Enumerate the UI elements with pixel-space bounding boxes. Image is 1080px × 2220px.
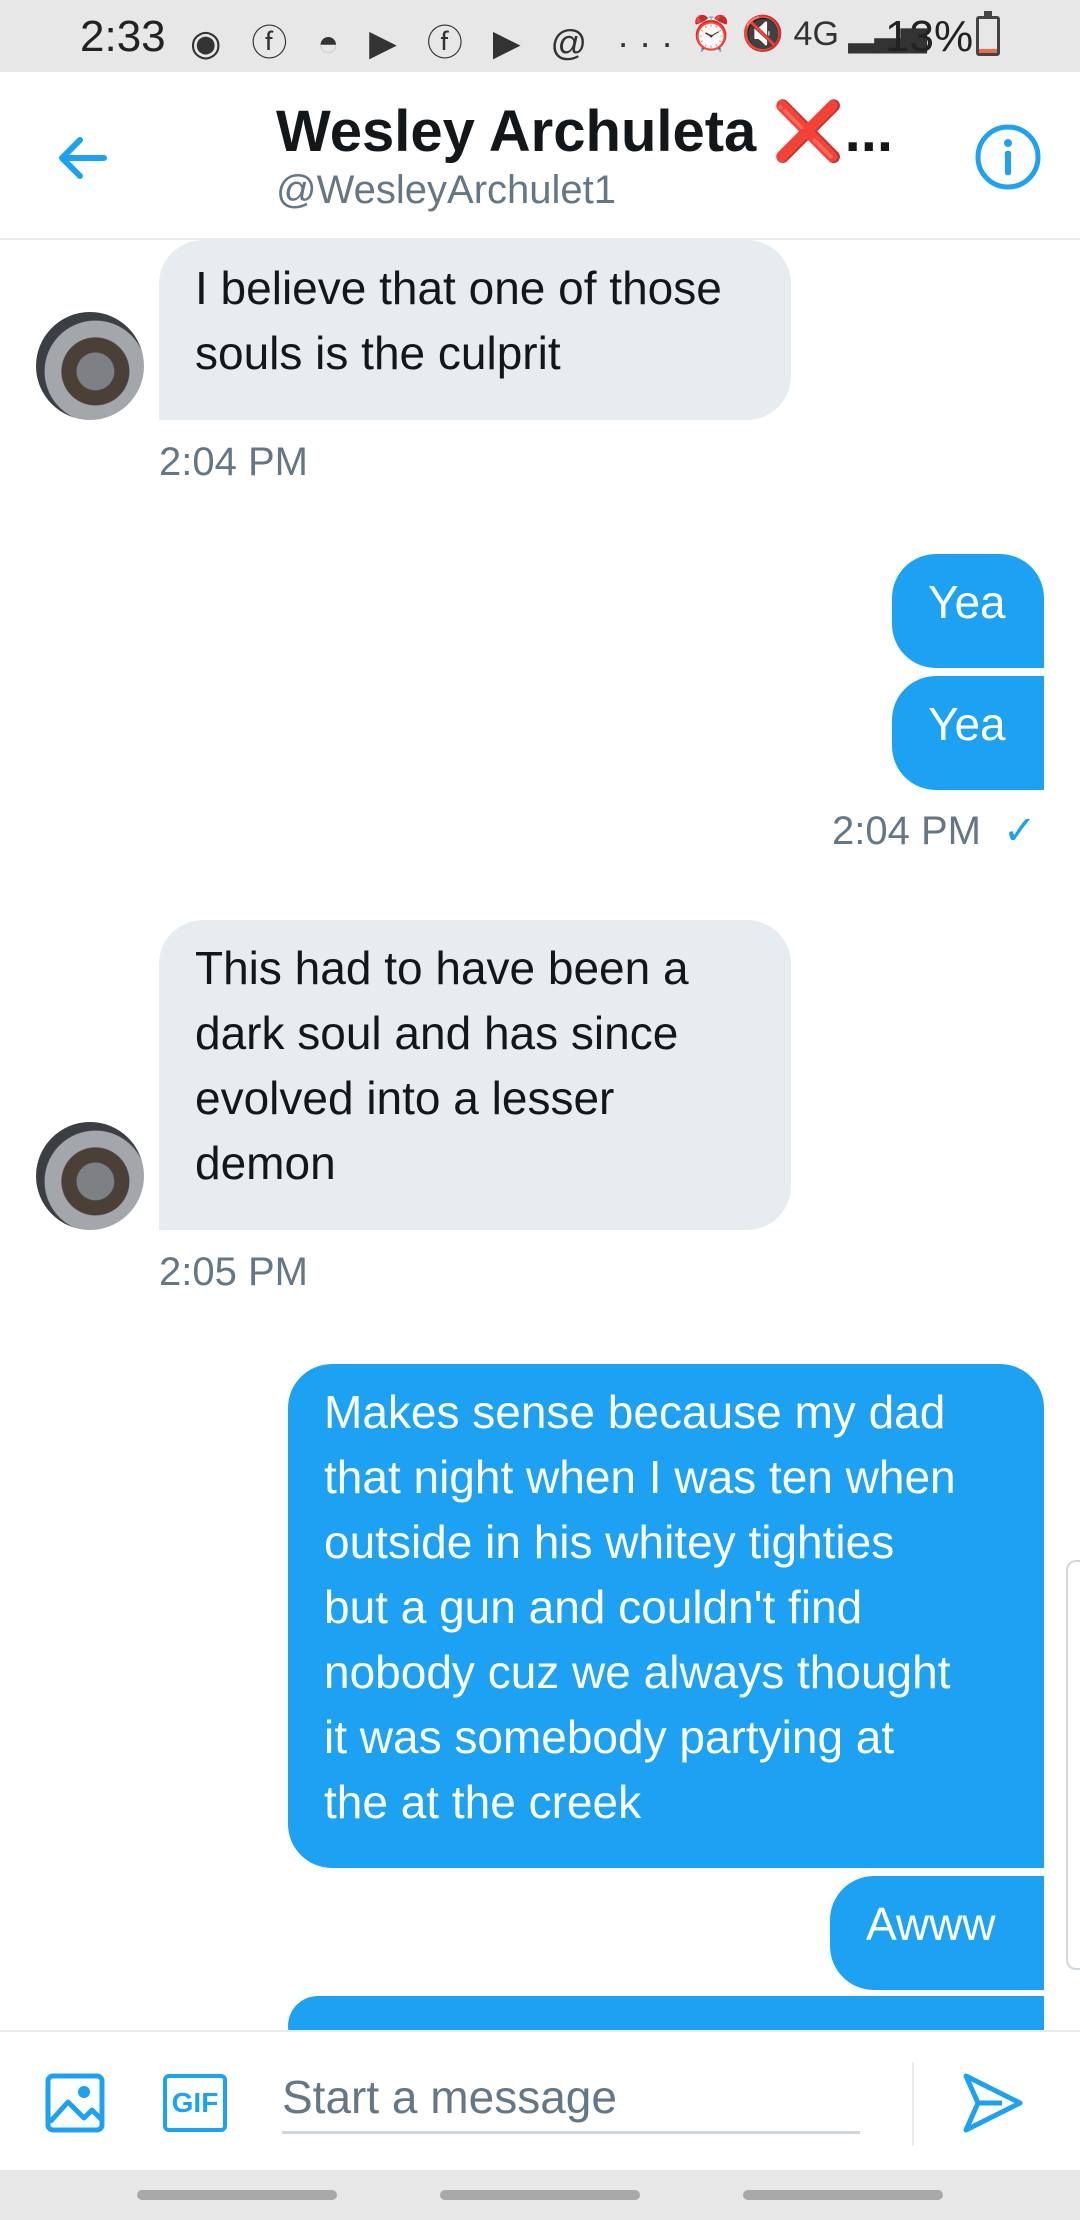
notification-icons: ◉ ⓕ ◓ ▶ ⓕ ▶ @ ··· — [190, 22, 684, 63]
contact-name[interactable]: Wesley Archuleta ❌... — [276, 98, 893, 166]
outgoing-message[interactable]: Makes sense because my dad that night wh… — [288, 1364, 1044, 1868]
gif-button[interactable]: GIF — [163, 2074, 227, 2132]
message-line: demon — [195, 1137, 336, 1189]
message-line: the at the creek — [324, 1776, 642, 1828]
message-text: Yea — [928, 576, 1006, 628]
timestamp-text: 2:04 PM — [832, 809, 981, 853]
read-check-icon: ✓ — [1002, 809, 1037, 853]
message-line: Makes sense because my dad — [324, 1386, 946, 1438]
divider — [912, 2062, 914, 2146]
message-line: dark soul and has since — [195, 1007, 679, 1059]
message-line: souls is the culprit — [195, 327, 561, 379]
message-line: that night when I was ten when — [324, 1451, 956, 1503]
arrow-left-icon — [59, 137, 107, 179]
battery-icon — [976, 11, 1000, 56]
message-line: evolved into a lesser — [195, 1072, 615, 1124]
message-timestamp: 2:04 PM ✓ — [832, 808, 1036, 854]
outgoing-message[interactable]: Awww — [830, 1876, 1044, 1990]
message-text: Yea — [928, 698, 1006, 750]
nav-home-handle[interactable] — [440, 2190, 640, 2200]
message-line: I believe that one of those — [195, 262, 722, 314]
message-line: This had to have been a — [195, 942, 689, 994]
message-line: outside in his whitey tighties — [324, 1516, 895, 1568]
status-bar: 2:33 ◉ ⓕ ◓ ▶ ⓕ ▶ @ ··· ⏰ 🔇 4G ▂▃▅ 13% — [0, 0, 1080, 72]
send-icon — [963, 2073, 1023, 2133]
avatar[interactable] — [36, 1122, 144, 1230]
outgoing-message[interactable]: Yea — [892, 554, 1044, 668]
message-input[interactable] — [282, 2062, 860, 2134]
message-timestamp: 2:05 PM — [159, 1250, 308, 1294]
battery-percent: 13% — [885, 12, 974, 61]
image-icon — [45, 2073, 105, 2133]
info-button[interactable] — [973, 122, 1043, 192]
incoming-message[interactable]: This had to have been a dark soul and ha… — [159, 920, 791, 1230]
incoming-message[interactable]: I believe that one of those souls is the… — [159, 240, 791, 420]
conversation-header: Wesley Archuleta ❌... @WesleyArchulet1 — [0, 72, 1080, 240]
message-timestamp: 2:04 PM — [159, 440, 308, 484]
back-button[interactable] — [48, 122, 120, 194]
scrollbar-handle[interactable] — [1066, 1560, 1080, 1970]
message-line: nobody cuz we always thought — [324, 1646, 951, 1698]
system-nav-bar — [0, 2170, 1080, 2220]
info-circle-icon — [975, 124, 1041, 190]
message-line: it was somebody partying at — [324, 1711, 895, 1763]
contact-handle[interactable]: @WesleyArchulet1 — [276, 168, 616, 213]
send-button[interactable] — [958, 2068, 1028, 2138]
avatar[interactable] — [36, 312, 144, 420]
status-time: 2:33 — [80, 12, 166, 61]
message-composer: GIF — [0, 2030, 1080, 2170]
nav-recents-handle[interactable] — [743, 2190, 943, 2200]
battery-level — [979, 48, 997, 53]
outgoing-message[interactable]: Yea — [892, 676, 1044, 790]
add-image-button[interactable] — [44, 2072, 106, 2134]
message-line: but a gun and couldn't find — [324, 1581, 863, 1633]
nav-back-handle[interactable] — [137, 2190, 337, 2200]
message-text: Awww — [866, 1898, 996, 1950]
